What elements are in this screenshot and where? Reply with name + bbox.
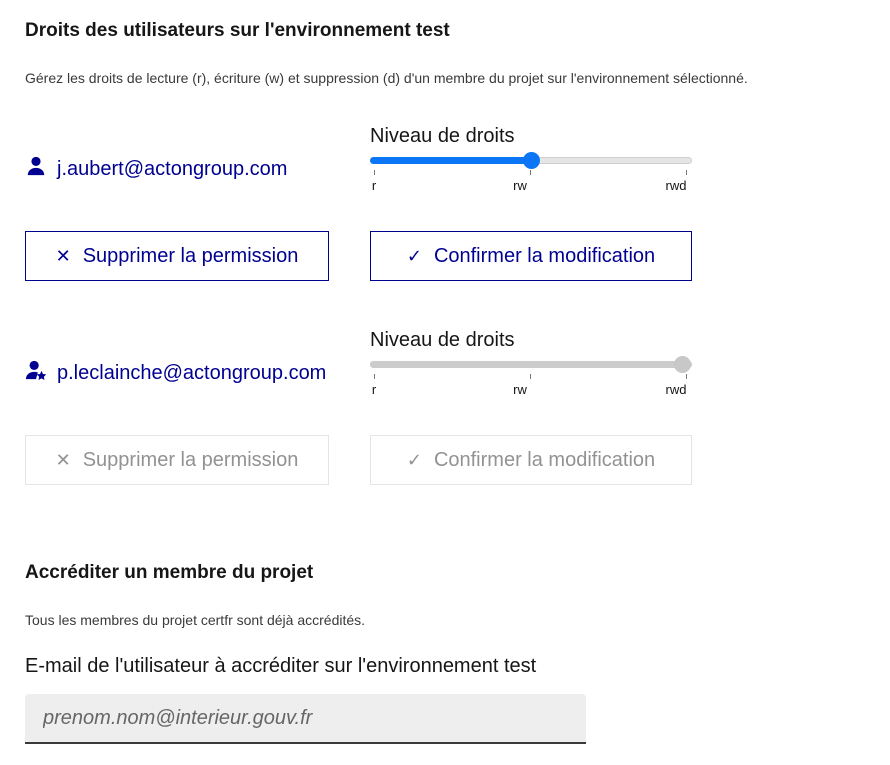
confirm-modification-button: ✓ Confirmer la modification [370,435,692,485]
rights-level-slider-group: Niveau de droits r rw rwd [370,125,692,193]
slider-fill [370,361,692,368]
tick-label-rwd: rwd [665,382,687,397]
user-permission-row: j.aubert@actongroup.com Niveau de droits… [25,125,705,305]
tick-label-rwd: rwd [665,178,687,193]
accredit-section-description: Tous les membres du projet certfr sont d… [25,612,366,628]
remove-permission-label: Supprimer la permission [82,448,299,471]
remove-permission-button[interactable]: ✕ Supprimer la permission [25,231,329,281]
rights-section-description: Gérez les droits de lecture (r), écritur… [25,70,748,86]
slider-label: Niveau de droits [370,329,515,351]
confirm-modification-button[interactable]: ✓ Confirmer la modification [370,231,692,281]
rights-level-slider [370,356,692,373]
accredit-section-title: Accréditer un membre du projet [25,562,314,583]
tick-mark [374,374,375,379]
user-identity: j.aubert@actongroup.com [25,155,287,183]
close-icon: ✕ [55,245,71,266]
tick-label-rw: rw [513,178,527,193]
email-field[interactable] [25,694,586,744]
slider-label: Niveau de droits [370,125,515,147]
user-email: j.aubert@actongroup.com [57,157,288,180]
rights-level-slider[interactable] [370,152,692,169]
confirm-modification-label: Confirmer la modification [433,448,656,471]
tick-mark [686,374,687,379]
remove-permission-label: Supprimer la permission [82,244,299,267]
user-permission-row: p.leclainche@actongroup.com Niveau de dr… [25,329,705,509]
user-identity: p.leclainche@actongroup.com [25,359,326,387]
user-icon [25,155,47,183]
email-field-label: E-mail de l'utilisateur à accréditer sur… [25,655,537,677]
tick-mark [530,374,531,379]
check-icon: ✓ [406,449,422,470]
rights-section-title: Droits des utilisateurs sur l'environnem… [25,20,450,41]
confirm-modification-label: Confirmer la modification [433,244,656,267]
user-star-icon [25,359,47,387]
tick-label-rw: rw [513,382,527,397]
check-icon: ✓ [406,245,422,266]
tick-label-r: r [371,178,377,193]
remove-permission-button: ✕ Supprimer la permission [25,435,329,485]
slider-ticks: r rw rwd [370,370,692,397]
slider-fill [370,157,531,164]
user-email: p.leclainche@actongroup.com [57,361,327,384]
tick-mark [686,170,687,175]
close-icon: ✕ [55,449,71,470]
slider-ticks: r rw rwd [370,166,692,193]
rights-level-slider-group: Niveau de droits r rw rwd [370,329,692,397]
tick-mark [530,170,531,175]
tick-label-r: r [371,382,377,397]
tick-mark [374,170,375,175]
